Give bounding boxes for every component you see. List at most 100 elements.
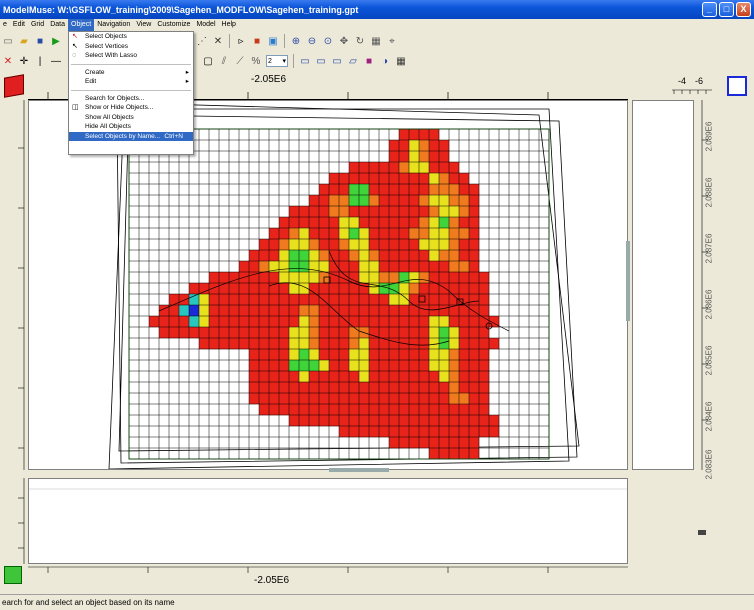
minimize-button[interactable]: _ [702, 2, 717, 17]
grid-cell [229, 283, 240, 295]
grid-cell [229, 316, 240, 328]
grid-cell [289, 261, 300, 273]
grid-cell [479, 283, 490, 295]
new-file-icon[interactable]: ▭ [1, 34, 15, 48]
measure-icon[interactable]: ⌖ [385, 34, 399, 48]
grid-cell [419, 283, 430, 295]
grid-cell [469, 448, 480, 460]
grid-cell [439, 173, 450, 185]
menu-model[interactable]: Model [193, 19, 218, 31]
move-icon[interactable]: ✛ [17, 54, 31, 68]
color-scheme-icon[interactable]: ■ [362, 54, 376, 68]
zoom-icon[interactable]: ⊙ [321, 34, 335, 48]
menu-grid[interactable]: Grid [28, 19, 47, 31]
horizontal-line-icon[interactable]: — [49, 54, 63, 68]
view-side-icon[interactable]: ▭ [330, 54, 344, 68]
menu-item-select-by-name[interactable]: Select Objects by Name... Ctrl+N [69, 131, 193, 141]
grid-cell [419, 382, 430, 394]
menu-item-create[interactable]: Create ▸ [69, 68, 193, 78]
grid-cell [209, 327, 220, 339]
view-front-icon[interactable]: ▭ [314, 54, 328, 68]
open-folder-icon[interactable]: ▰ [17, 34, 31, 48]
menu-navigation[interactable]: Navigation [94, 19, 133, 31]
grid-cell [309, 382, 320, 394]
grid-cell [389, 162, 400, 174]
menu-data[interactable]: Data [47, 19, 68, 31]
delete-segment-icon[interactable]: ✕ [211, 34, 225, 48]
grid-cell [459, 327, 470, 339]
grid-cell [339, 349, 350, 361]
menu-item-edit[interactable]: Edit ▸ [69, 77, 193, 87]
menu-object[interactable]: Object [68, 19, 95, 31]
menu-customize[interactable]: Customize [154, 19, 193, 31]
top-view-cube-icon[interactable] [4, 74, 24, 98]
menu-item-show-hide-objects[interactable]: ◫ Show or Hide Objects... [69, 103, 193, 113]
grid-cell [419, 349, 430, 361]
grid-cell [359, 228, 370, 240]
side-view-cube-icon[interactable] [4, 566, 22, 584]
rectangle-icon[interactable]: ▢ [201, 54, 215, 68]
add-vertex-icon[interactable]: ⋰ [195, 34, 209, 48]
grid-cell [459, 217, 470, 229]
grid-color-icon[interactable]: ■ [250, 34, 264, 48]
grid-cell [409, 338, 420, 350]
menu-edit[interactable]: Edit [10, 19, 28, 31]
front-view-canvas[interactable] [28, 478, 628, 564]
menu-item-search-objects[interactable]: Search for Objects... [69, 94, 193, 104]
menu-file[interactable]: e [0, 19, 10, 31]
view-top-icon[interactable]: ▭ [298, 54, 312, 68]
zoom-out-icon[interactable]: ⊖ [305, 34, 319, 48]
3d-view-cube-icon[interactable] [727, 76, 747, 96]
grid-cell [279, 393, 290, 405]
rotate-icon[interactable]: ↻ [353, 34, 367, 48]
layer-select[interactable]: 2 ▾ [266, 55, 288, 67]
grid-cell [399, 327, 410, 339]
toolbar-separator [293, 54, 294, 68]
grid-cell [259, 250, 270, 262]
grid-cell [369, 217, 380, 229]
contour-icon[interactable]: ◑ [378, 54, 392, 68]
grid-cell [449, 382, 460, 394]
menu-item-hide-all-objects[interactable]: Hide All Objects [69, 122, 193, 132]
menu-view[interactable]: View [133, 19, 154, 31]
vertical-line-icon[interactable]: | [33, 54, 47, 68]
pointer-icon[interactable]: ▹ [234, 34, 248, 48]
menu-item-select-lasso[interactable]: ◌ Select With Lasso [69, 51, 193, 61]
grid-cell [269, 239, 280, 251]
run-icon[interactable]: ▶ [49, 34, 63, 48]
submenu-arrow-icon: ▸ [185, 68, 189, 76]
model-grid-map[interactable] [29, 101, 627, 470]
vertex-icon[interactable]: % [249, 54, 263, 68]
pan-icon[interactable]: ✥ [337, 34, 351, 48]
menu-item-select-vertices[interactable]: ↖ Select Vertices [69, 42, 193, 52]
grid-cell [469, 382, 480, 394]
pane-splitter-handle[interactable] [626, 241, 630, 321]
menu-item-select-objects[interactable]: ↖ Select Objects [69, 32, 193, 42]
top-view-canvas[interactable] [28, 100, 630, 472]
menu-help[interactable]: Help [219, 19, 239, 31]
grid-cell [189, 316, 200, 328]
grid-cell [479, 415, 490, 427]
polyline-icon[interactable]: ⫽ [217, 54, 231, 68]
grid-cell [339, 360, 350, 372]
grid-icon[interactable]: ▦ [369, 34, 383, 48]
menu-item-show-all-objects[interactable]: Show All Objects [69, 113, 193, 123]
grid-cell [299, 338, 310, 350]
display-icon[interactable]: ▣ [266, 34, 280, 48]
table-icon[interactable]: ▦ [394, 54, 408, 68]
grid-cell [399, 173, 410, 185]
grid-cell [419, 338, 430, 350]
save-icon[interactable]: ■ [33, 34, 47, 48]
maximize-button[interactable]: □ [719, 2, 734, 17]
delete-icon[interactable]: ✕ [1, 54, 15, 68]
pane-splitter-handle[interactable] [329, 468, 389, 472]
grid-cell [349, 371, 360, 383]
view-3d-icon[interactable]: ▱ [346, 54, 360, 68]
zoom-in-icon[interactable]: ⊕ [289, 34, 303, 48]
grid-cell [379, 426, 390, 438]
side-view-canvas[interactable] [632, 100, 694, 470]
grid-cell [229, 294, 240, 306]
close-button[interactable]: X [736, 2, 751, 17]
polygon-icon[interactable]: ⟋ [233, 54, 247, 68]
grid-cell [369, 228, 380, 240]
